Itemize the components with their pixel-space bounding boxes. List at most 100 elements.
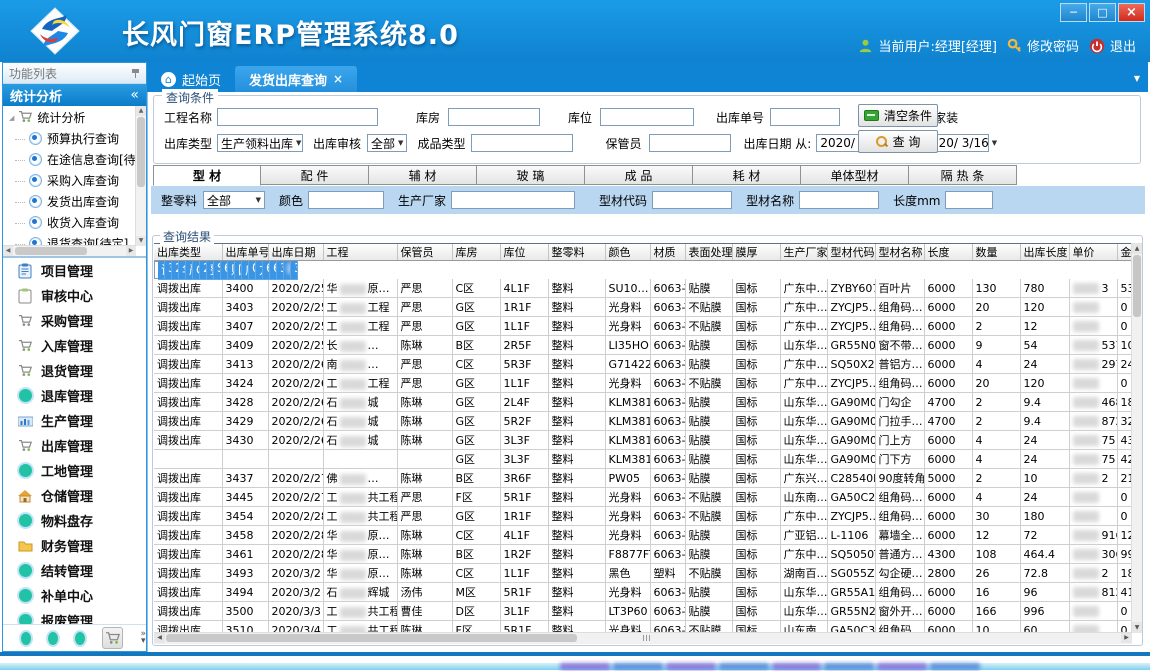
- sidebar-item-1[interactable]: 审核中心: [3, 283, 146, 308]
- column-header-keeper[interactable]: 保管员: [397, 244, 452, 261]
- scroll-down-icon[interactable]: ▼: [1132, 622, 1142, 633]
- scroll-up-icon[interactable]: ▲: [1132, 243, 1142, 254]
- maximize-button[interactable]: □: [1089, 3, 1116, 22]
- table-row[interactable]: 调拨出库34242020/2/26工工程严思G区1L1F整料光身料6063-T5…: [154, 374, 1132, 393]
- order-no-input[interactable]: [770, 108, 840, 126]
- table-row[interactable]: 调拨出库34932020/3/2华原…陈琳C区1L1F整料黑色塑料不贴膜国标湖南…: [154, 564, 1132, 583]
- material-tab-6[interactable]: 单体型材: [801, 165, 909, 185]
- table-row[interactable]: 调拨出库34542020/2/28工共工程严思G区1R1F整料光身料6063-T…: [154, 507, 1132, 526]
- sidebar-item-13[interactable]: 补单中心: [3, 583, 146, 608]
- table-row[interactable]: 调拨出库34282020/2/26石城陈琳G区2L4F整料KLM38176063…: [154, 393, 1132, 412]
- column-header-loc[interactable]: 库位: [500, 244, 548, 261]
- column-header-mat[interactable]: 材质: [650, 244, 685, 261]
- column-header-color[interactable]: 颜色: [605, 244, 650, 261]
- logout-button[interactable]: 退出: [1089, 36, 1136, 55]
- sidebar-item-11[interactable]: 财务管理: [3, 533, 146, 558]
- minimize-button[interactable]: ─: [1060, 3, 1087, 22]
- sidebar-item-12[interactable]: 结转管理: [3, 558, 146, 583]
- tree-vertical-scrollbar[interactable]: ▲ ▼: [135, 106, 146, 246]
- out-type-select[interactable]: 生产领料出库▼: [217, 134, 303, 152]
- sidebar-item-6[interactable]: 生产管理: [3, 408, 146, 433]
- table-vertical-scrollbar[interactable]: ▲ ▼: [1131, 243, 1142, 633]
- close-button[interactable]: ×: [1118, 3, 1145, 22]
- table-row[interactable]: 调拨出库34942020/3/2石辉城汤伟M区5R1F整料光身料6063-T5贴…: [154, 583, 1132, 602]
- scroll-left-icon[interactable]: ◀: [154, 633, 165, 643]
- material-tab-1[interactable]: 配 件: [261, 165, 369, 185]
- material-tab-7[interactable]: 隔 热 条: [909, 165, 1017, 185]
- tab-close-icon[interactable]: ×: [333, 72, 343, 86]
- sidebar-item-14[interactable]: 报废管理: [3, 608, 146, 624]
- pin-icon[interactable]: [131, 68, 140, 78]
- scrollbar-thumb[interactable]: [137, 117, 145, 187]
- column-header-date[interactable]: 出库日期: [268, 244, 323, 261]
- mfr-input[interactable]: [451, 191, 575, 209]
- scrollbar-thumb[interactable]: [166, 634, 577, 642]
- column-header-len[interactable]: 长度: [924, 244, 972, 261]
- table-row[interactable]: 调拨出库34452020/2/27工共工程严思F区5R1F整料光身料6063-T…: [154, 488, 1132, 507]
- cart-button[interactable]: [102, 627, 124, 649]
- out-audit-select[interactable]: 全部▼: [367, 134, 407, 152]
- table-row[interactable]: 调拨出库34132020/2/26南…严思C区5R3F整料G714226063-…: [154, 355, 1132, 374]
- scroll-right-icon[interactable]: ▶: [126, 246, 136, 256]
- zl-select[interactable]: 全部▼: [203, 191, 265, 209]
- material-tab-2[interactable]: 辅 材: [369, 165, 477, 185]
- table-row[interactable]: 调拨出库34002020/2/25华原…严思C区4L1F整料SU10…6063-…: [154, 279, 1132, 298]
- collapse-icon[interactable]: «: [130, 87, 139, 103]
- table-row[interactable]: 调拨出库34302020/2/26石城陈琳G区3L3F整料KLM38176063…: [154, 431, 1132, 450]
- location-input[interactable]: [600, 108, 694, 126]
- table-row[interactable]: G区3L3F整料KLM38176063-T5贴膜国标山东华…GA90M09.门下…: [154, 450, 1132, 469]
- table-horizontal-scrollbar[interactable]: ◀ ▶: [154, 632, 1132, 644]
- sidebar-item-2[interactable]: 采购管理: [3, 308, 146, 333]
- product-type-input[interactable]: [471, 134, 573, 152]
- tree-item-3[interactable]: 发货出库查询: [3, 191, 136, 212]
- column-header-price[interactable]: 单价: [1069, 244, 1117, 261]
- project-input[interactable]: [217, 108, 378, 126]
- sidebar-item-4[interactable]: 退货管理: [3, 358, 146, 383]
- table-row[interactable]: 调拨出库34092020/2/25长…陈琳B区2R5F整料LI35HO6063-…: [154, 336, 1132, 355]
- tree-item-2[interactable]: 采购入库查询: [3, 170, 136, 191]
- tree-horizontal-scrollbar[interactable]: ◀ ▶: [3, 245, 136, 256]
- column-header-name[interactable]: 型材名称: [875, 244, 924, 261]
- column-header-amt[interactable]: 金: [1117, 244, 1132, 261]
- sidebar-item-9[interactable]: 仓储管理: [3, 483, 146, 508]
- keeper-input[interactable]: [649, 134, 731, 152]
- profile-code-input[interactable]: [652, 191, 732, 209]
- change-password-button[interactable]: 修改密码: [1007, 36, 1079, 55]
- circle-icon[interactable]: [75, 632, 85, 645]
- sidebar-item-5[interactable]: 退库管理: [3, 383, 146, 408]
- scroll-down-icon[interactable]: ▼: [136, 236, 146, 246]
- table-row[interactable]: 调拨出库35002020/3/3工共工程曹佳D区3L1F整料LT3P606063…: [154, 602, 1132, 621]
- clear-conditions-button[interactable]: 清空条件: [858, 104, 938, 127]
- table-row[interactable]: 调拨出库34072020/2/25工工程严思G区1L1F整料光身料6063-T5…: [154, 317, 1132, 336]
- color-input[interactable]: [308, 191, 384, 209]
- column-header-code[interactable]: 型材代码: [827, 244, 875, 261]
- circle-icon[interactable]: [21, 632, 31, 645]
- material-tab-5[interactable]: 耗 材: [693, 165, 801, 185]
- length-input[interactable]: [945, 191, 993, 209]
- column-header-zl[interactable]: 整零料: [548, 244, 605, 261]
- material-tab-0[interactable]: 型 材: [153, 165, 261, 186]
- column-header-qty[interactable]: 数量: [972, 244, 1020, 261]
- scroll-right-icon[interactable]: ▶: [1121, 633, 1132, 643]
- sidebar-item-8[interactable]: 工地管理: [3, 458, 146, 483]
- tree-item-4[interactable]: 收货入库查询: [3, 212, 136, 233]
- tab-shipment-query[interactable]: 发货出库查询 ×: [235, 66, 357, 92]
- column-header-wh[interactable]: 库房: [452, 244, 500, 261]
- tree-item-0[interactable]: 预算执行查询: [3, 128, 136, 149]
- table-row[interactable]: 调拨出库34612020/2/28华原…陈琳B区1R2F整料F8877FT606…: [154, 545, 1132, 564]
- sidebar-item-3[interactable]: 入库管理: [3, 333, 146, 358]
- tree-expander-icon[interactable]: ◢: [9, 114, 14, 122]
- scrollbar-thumb[interactable]: [1133, 255, 1141, 317]
- column-header-no[interactable]: 出库单号: [222, 244, 268, 261]
- tree-item-1[interactable]: 在途信息查询[待定]: [3, 149, 136, 170]
- material-tab-4[interactable]: 成 品: [585, 165, 693, 185]
- table-row[interactable]: 调拨出库33992020/2/25华原…严思C区2L1F整料SU10…6063-…: [154, 261, 222, 279]
- table-row[interactable]: 调拨出库34032020/2/25工工程严思G区1R1F整料光身料6063-T5…: [154, 298, 1132, 317]
- overflow-chevron-icon[interactable]: »▾: [140, 631, 146, 645]
- tree-root-item[interactable]: ◢统计分析: [3, 106, 136, 128]
- search-button[interactable]: 查 询: [858, 130, 938, 153]
- scrollbar-thumb[interactable]: [15, 247, 87, 255]
- column-header-type[interactable]: 出库类型: [154, 244, 222, 261]
- scroll-up-icon[interactable]: ▲: [136, 106, 146, 116]
- material-tab-3[interactable]: 玻 璃: [477, 165, 585, 185]
